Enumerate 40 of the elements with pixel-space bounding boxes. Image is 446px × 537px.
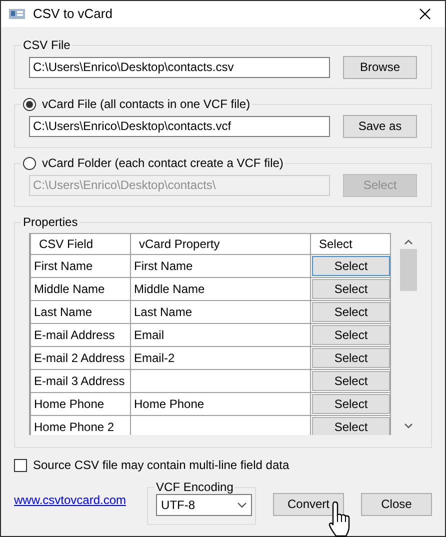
checkbox-label: Source CSV file may contain multi-line field data (33, 457, 290, 474)
convert-button[interactable]: Convert (273, 493, 344, 516)
encoding-dropdown[interactable]: UTF-8 (156, 494, 252, 516)
select-button[interactable]: Select (312, 370, 390, 390)
table-cell: Middle Name (30, 277, 130, 300)
group-label: VCF Encoding (155, 480, 234, 494)
radio-label: vCard Folder (each contact create a VCF file) (42, 156, 284, 170)
select-button[interactable]: Select (312, 416, 390, 435)
file-path-field[interactable]: C:\Users\Enrico\Desktop\contacts.csv (29, 57, 330, 78)
table-cell: Email-2 (130, 346, 310, 369)
table-cell: Home Phone 2 (30, 415, 130, 435)
table-cell: Last Name (130, 300, 310, 323)
close-button[interactable]: Close (361, 493, 432, 516)
select-button[interactable]: Select (312, 256, 390, 276)
browse-button[interactable]: Browse (343, 56, 417, 79)
table-cell: First Name (30, 254, 130, 277)
table-cell: First Name (130, 254, 310, 277)
window-title: CSV to vCard (33, 5, 112, 24)
table-cell: Email (130, 323, 310, 346)
select-button[interactable]: Select (312, 278, 390, 298)
group-label: Properties (22, 215, 79, 229)
output-button[interactable]: Save as (343, 115, 417, 138)
column-header: Select (310, 234, 390, 254)
website-link[interactable]: www.csvtovcard.com (14, 491, 126, 509)
table-cell: E-mail 2 Address (30, 346, 130, 369)
group-label: CSV File (22, 38, 72, 52)
select-button[interactable]: Select (312, 302, 390, 322)
select-button[interactable]: Select (312, 324, 390, 344)
table-cell: Home Phone (130, 392, 310, 415)
select-button[interactable]: Select (312, 348, 390, 368)
table-cell: E-mail Address (30, 323, 130, 346)
table-cell: E-mail 3 Address (30, 369, 130, 392)
radio-label: vCard File (all contacts in one VCF file) (42, 97, 250, 111)
path-field[interactable]: C:\Users\Enrico\Desktop\contacts.vcf (29, 116, 330, 137)
table-cell: Last Name (30, 300, 130, 323)
table-cell: Middle Name (130, 277, 310, 300)
select-button[interactable]: Select (312, 394, 390, 414)
column-header: vCard Property (130, 234, 310, 254)
table-cell: Home Phone (30, 392, 130, 415)
column-header: CSV Field (30, 234, 130, 254)
